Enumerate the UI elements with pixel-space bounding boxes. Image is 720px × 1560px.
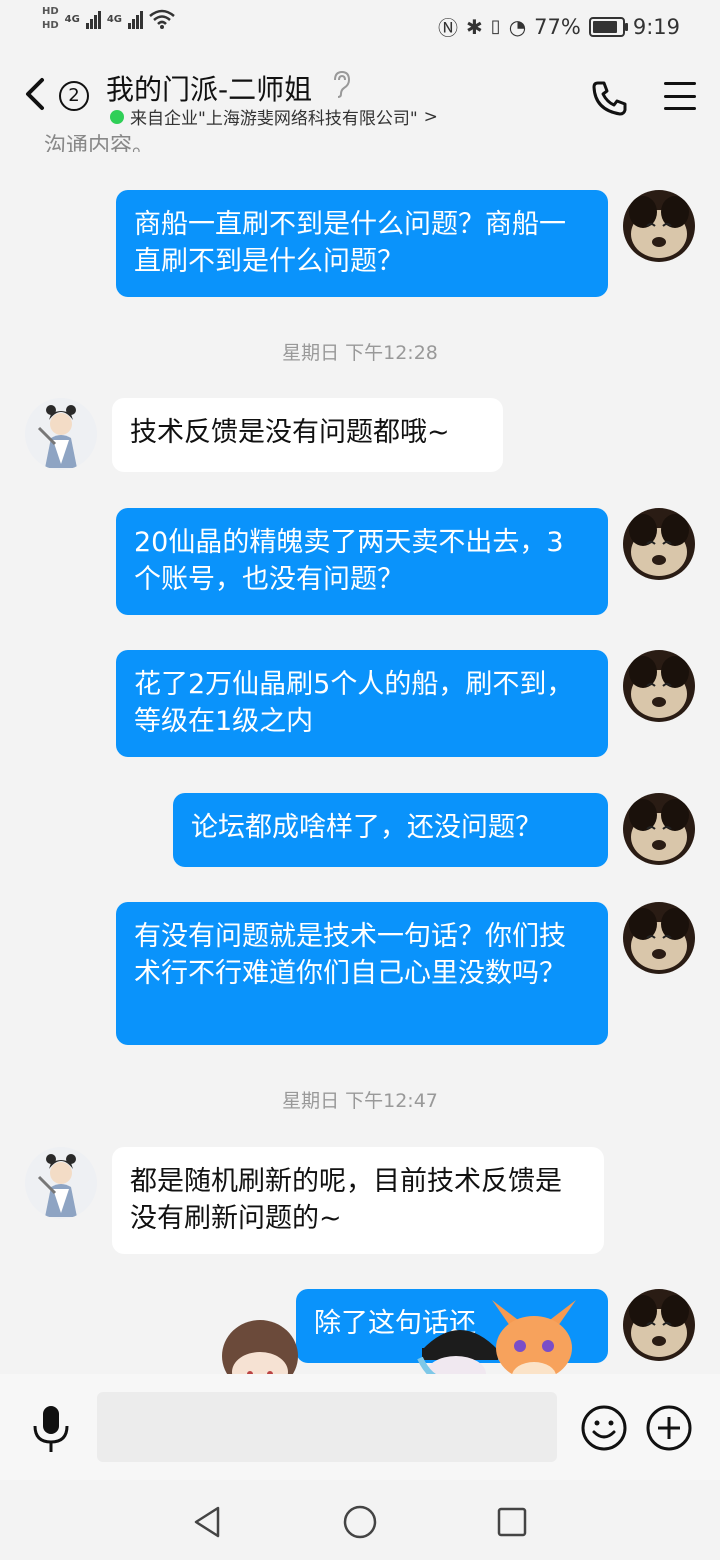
message-input[interactable] — [97, 1392, 557, 1462]
ear-icon[interactable] — [330, 70, 352, 105]
bluetooth-icon: ✱ — [466, 14, 483, 39]
my-avatar[interactable] — [623, 650, 695, 722]
status-bar: HD HD 4G 4G Ⓝ ✱ ▯ ◔ 77% 9:19 — [0, 0, 720, 52]
plus-icon[interactable] — [645, 1404, 693, 1452]
nav-home-icon[interactable] — [340, 1502, 380, 1542]
chevron-right-icon: > — [423, 106, 438, 127]
hd1-label: HD — [42, 6, 59, 17]
clock: 9:19 — [632, 14, 680, 39]
hd-indicator: HD HD — [42, 6, 59, 32]
message-bubble-sent[interactable]: 商船一直刷不到是什么问题？商船一直刷不到是什么问题？ — [116, 190, 608, 297]
previous-message-fragment: 沟通内容。 — [44, 134, 155, 152]
back-icon[interactable] — [22, 74, 58, 118]
menu-icon[interactable] — [664, 82, 696, 110]
nfc-icon: Ⓝ — [438, 16, 459, 40]
hd2-label: HD — [42, 20, 59, 31]
chat-header: 2 我的门派-二师姐 来自企业"上海游斐网络科技有限公司" > — [0, 52, 720, 136]
phone-call-button[interactable] — [590, 78, 630, 118]
message-bubble-sent[interactable]: 20仙晶的精魄卖了两天卖不出去，3个账号，也没有问题？ — [116, 508, 608, 615]
contact-avatar[interactable] — [25, 1147, 97, 1219]
chat-title[interactable]: 我的门派-二师姐 — [106, 68, 312, 108]
signal-icon — [85, 9, 101, 29]
message-bubble-sent[interactable]: 有没有问题就是技术一句话？你们技术行不行难道你们自己心里没数吗？ — [116, 902, 608, 1045]
timestamp: 星期日 下午12:28 — [282, 342, 438, 364]
microphone-icon[interactable] — [30, 1404, 72, 1454]
online-status-icon — [110, 109, 124, 124]
system-nav-bar — [0, 1480, 720, 1560]
vibrate-icon: ▯ — [490, 16, 501, 37]
message-bubble-sent[interactable]: 论坛都成啥样了，还没问题？ — [173, 793, 608, 867]
status-right: Ⓝ ✱ ▯ ◔ 77% 9:19 — [438, 12, 680, 41]
chat-subtitle[interactable]: 来自企业"上海游斐网络科技有限公司" > — [110, 104, 438, 129]
message-bubble-received[interactable]: 都是随机刷新的呢，目前技术反馈是没有刷新问题的~ — [112, 1147, 604, 1254]
my-avatar[interactable] — [623, 902, 695, 974]
sim1-network: 4G — [64, 13, 80, 25]
contact-avatar[interactable] — [25, 398, 97, 470]
unread-badge[interactable]: 2 — [59, 81, 89, 111]
sim2-network: 4G — [106, 13, 123, 25]
status-left: HD HD 4G 4G — [42, 6, 175, 32]
nav-back-icon[interactable] — [188, 1502, 228, 1542]
timestamp: 星期日 下午12:47 — [282, 1090, 438, 1112]
input-bar — [0, 1374, 720, 1480]
my-avatar[interactable] — [623, 190, 695, 262]
message-bubble-received[interactable]: 技术反馈是没有问题都哦~ — [112, 398, 503, 472]
my-avatar[interactable] — [623, 1289, 695, 1361]
wifi-icon — [149, 9, 175, 29]
speed-icon: ◔ — [508, 14, 527, 39]
emoji-icon[interactable] — [580, 1404, 628, 1452]
message-bubble-sent[interactable]: 花了2万仙晶刷5个人的船，刷不到，等级在1级之内 — [116, 650, 608, 757]
my-avatar[interactable] — [623, 793, 695, 865]
nav-recents-icon[interactable] — [492, 1502, 532, 1542]
battery-icon — [588, 16, 628, 37]
signal-icon-2 — [128, 9, 144, 29]
battery-percent: 77% — [534, 14, 581, 39]
my-avatar[interactable] — [623, 508, 695, 580]
company-label: 来自企业"上海游斐网络科技有限公司" — [130, 109, 418, 129]
